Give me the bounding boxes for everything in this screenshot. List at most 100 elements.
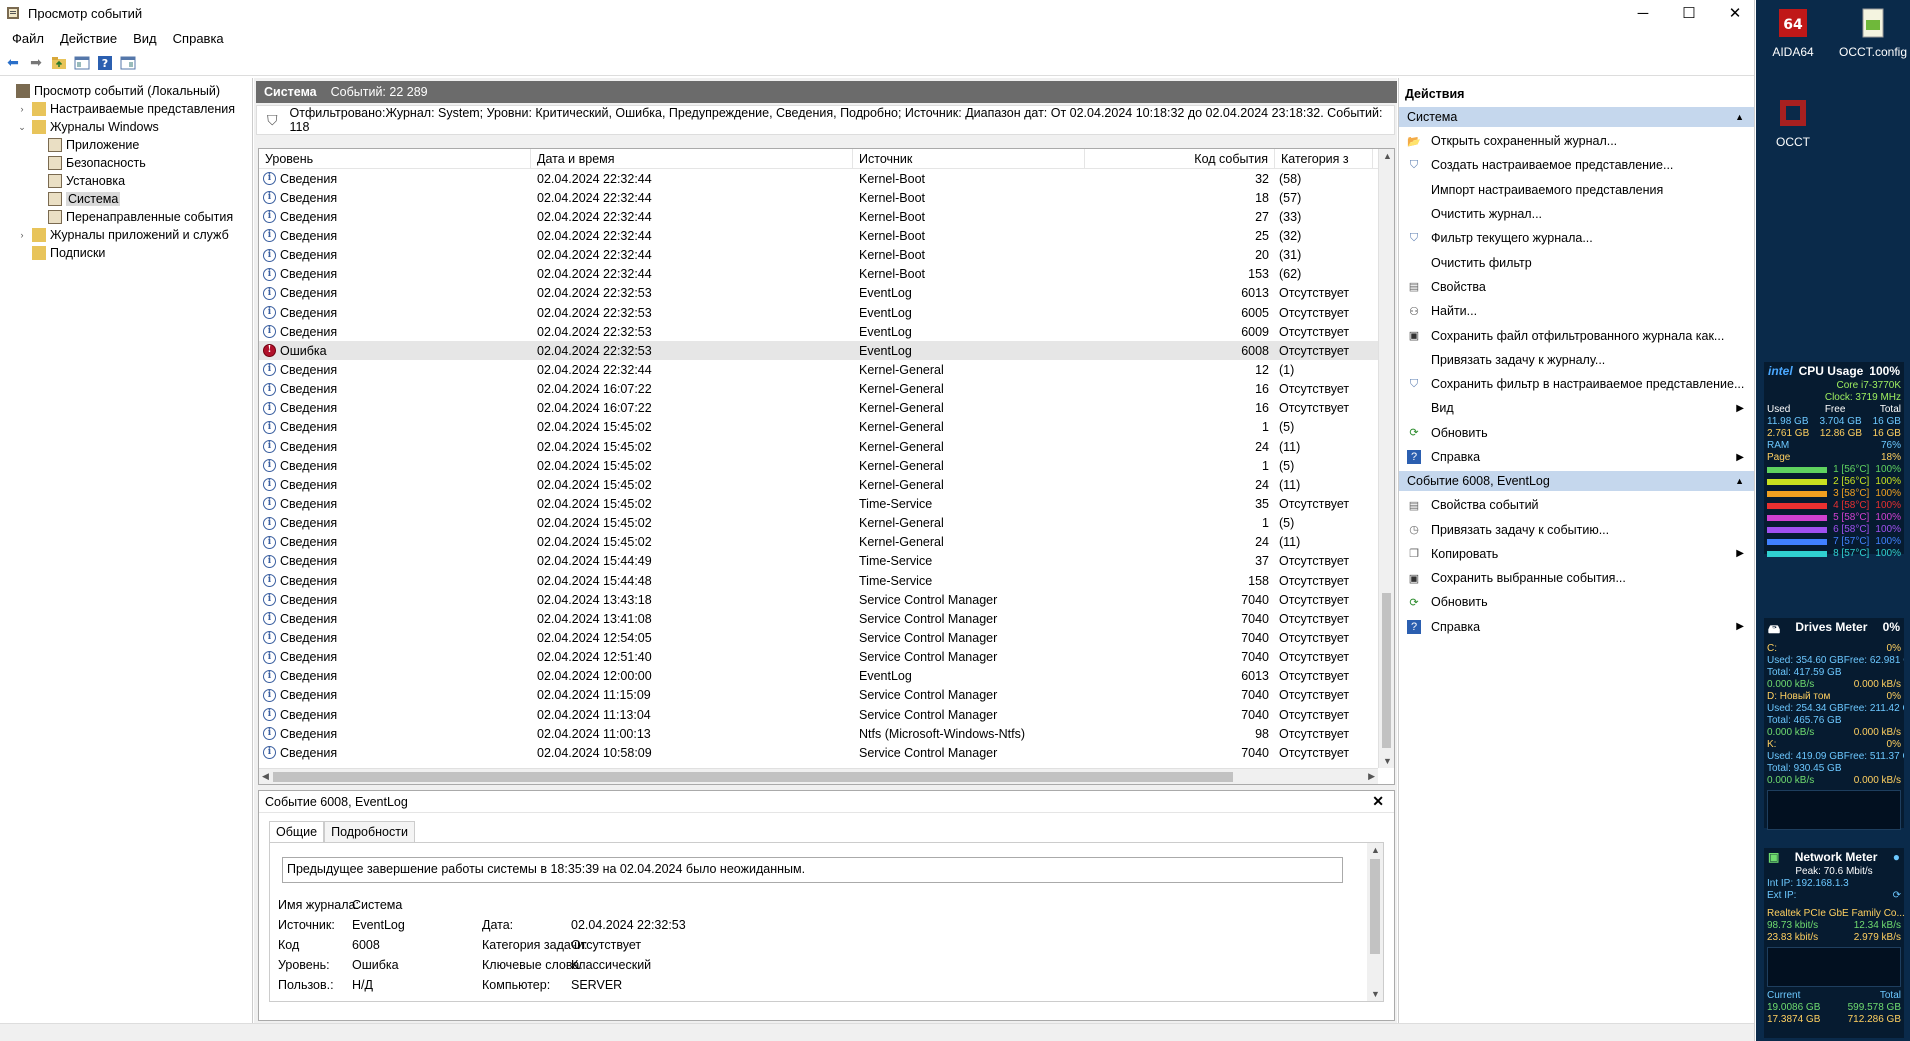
desktop-icon-aida64[interactable]: 64 AIDA64 <box>1758 2 1828 59</box>
help-icon[interactable]: ? <box>96 54 114 72</box>
table-row[interactable]: i Сведения 02.04.2024 16:07:22 Kernel-Gener… <box>259 380 1394 399</box>
table-row[interactable]: i Сведения 02.04.2024 22:32:53 EventLog 6005… <box>259 303 1394 322</box>
action-item[interactable]: ⚇ Найти... <box>1399 299 1754 323</box>
up-folder-icon[interactable] <box>50 54 68 72</box>
vertical-scrollbar[interactable]: ▲ ▼ <box>1378 149 1394 768</box>
action-item[interactable]: Очистить фильтр <box>1399 250 1754 274</box>
table-row[interactable]: i Сведения 02.04.2024 15:45:02 Kernel-Gener… <box>259 533 1394 552</box>
event-message[interactable]: Предыдущее завершение работы системы в 1… <box>282 857 1343 883</box>
table-row[interactable]: i Сведения 02.04.2024 15:45:02 Kernel-Gener… <box>259 514 1394 533</box>
table-row[interactable]: i Сведения 02.04.2024 22:32:44 Kernel-Boot 1… <box>259 188 1394 207</box>
tree-item[interactable]: Перенаправленные события <box>0 208 252 226</box>
scroll-left-icon[interactable]: ◀ <box>262 771 269 782</box>
tree-item[interactable]: Безопасность <box>0 154 252 172</box>
tree-item[interactable]: ⌄ Журналы Windows <box>0 118 252 136</box>
column-datetime[interactable]: Дата и время <box>531 149 853 169</box>
collapsed-arrow-icon[interactable]: › <box>16 104 28 114</box>
close-button[interactable]: ✕ <box>1712 0 1758 26</box>
desktop-icon-occt-config[interactable]: OCCT.config <box>1838 2 1908 59</box>
table-row[interactable]: i Сведения 02.04.2024 22:32:44 Kernel-Boot 2… <box>259 246 1394 265</box>
menu-help[interactable]: Справка <box>165 31 232 46</box>
title-bar[interactable]: Просмотр событий <box>0 0 1754 26</box>
table-row[interactable]: i Сведения 02.04.2024 22:32:44 Kernel-Gener… <box>259 360 1394 379</box>
detail-scroll-down-icon[interactable]: ▼ <box>1371 989 1380 999</box>
expanded-arrow-icon[interactable]: ⌄ <box>16 122 28 133</box>
detail-scrollbar[interactable]: ▲ ▼ <box>1367 843 1383 1001</box>
vertical-scroll-thumb[interactable] <box>1382 593 1391 748</box>
table-row[interactable]: i Сведения 02.04.2024 13:41:08 Service Cont… <box>259 609 1394 628</box>
column-source[interactable]: Источник <box>853 149 1085 169</box>
tree-item[interactable]: › Журналы приложений и служб <box>0 226 252 244</box>
back-icon[interactable]: ⬅ <box>4 54 22 72</box>
desktop-icon-occt[interactable]: OCCT <box>1758 92 1828 149</box>
action-item[interactable]: Импорт настраиваемого представления <box>1399 178 1754 202</box>
table-row[interactable]: i Сведения 02.04.2024 22:32:44 Kernel-Boot 3… <box>259 169 1394 188</box>
column-event-id[interactable]: Код события <box>1085 149 1275 169</box>
scroll-right-icon[interactable]: ▶ <box>1368 771 1375 782</box>
tree-item[interactable]: › Настраиваемые представления <box>0 100 252 118</box>
action-item[interactable]: ▤ Свойства <box>1399 275 1754 299</box>
table-row[interactable]: i Сведения 02.04.2024 16:07:22 Kernel-Gener… <box>259 399 1394 418</box>
scroll-down-icon[interactable]: ▼ <box>1383 756 1392 766</box>
table-row[interactable]: i Сведения 02.04.2024 15:45:02 Kernel-Gener… <box>259 456 1394 475</box>
action-item[interactable]: Привязать задачу к журналу... <box>1399 348 1754 372</box>
table-row[interactable]: i Сведения 02.04.2024 15:44:48 Time-Service… <box>259 571 1394 590</box>
tree-item[interactable]: Система <box>0 190 252 208</box>
minimize-button[interactable]: ─ <box>1620 0 1666 26</box>
collapsed-arrow-icon[interactable]: › <box>16 230 28 240</box>
action-item[interactable]: Вид ▶ <box>1399 396 1754 420</box>
action-item[interactable]: ? Справка ▶ <box>1399 445 1754 469</box>
table-row[interactable]: i Сведения 02.04.2024 15:45:02 Kernel-Gener… <box>259 418 1394 437</box>
action-item[interactable]: ⟳ Обновить <box>1399 421 1754 445</box>
close-detail-icon[interactable]: ✕ <box>1372 793 1384 810</box>
action-item[interactable]: ⛉ Сохранить фильтр в настраиваемое предст… <box>1399 372 1754 396</box>
menu-view[interactable]: Вид <box>125 31 165 46</box>
table-row[interactable]: i Сведения 02.04.2024 12:00:00 EventLog 6013… <box>259 667 1394 686</box>
menu-file[interactable]: Файл <box>4 31 52 46</box>
table-row[interactable]: i Сведения 02.04.2024 11:13:04 Service Cont… <box>259 705 1394 724</box>
action-item[interactable]: ◷ Привязать задачу к событию... <box>1399 517 1754 541</box>
actions-section-log[interactable]: Система ▲ <box>1399 107 1754 127</box>
action-item[interactable]: ? Справка ▶ <box>1399 615 1754 639</box>
action-item[interactable]: ⟳ Обновить <box>1399 590 1754 614</box>
table-row[interactable]: ! Ошибка 02.04.2024 22:32:53 EventLog 6008 От… <box>259 341 1394 361</box>
action-item[interactable]: ▣ Сохранить выбранные события... <box>1399 566 1754 590</box>
tree-item[interactable]: Просмотр событий (Локальный) <box>0 82 252 100</box>
horizontal-scrollbar[interactable]: ◀ ▶ <box>259 768 1378 784</box>
table-row[interactable]: i Сведения 02.04.2024 11:00:13 Ntfs (Micros… <box>259 724 1394 743</box>
table-row[interactable]: i Сведения 02.04.2024 22:32:53 EventLog 6013… <box>259 284 1394 303</box>
tree-item[interactable]: Установка <box>0 172 252 190</box>
table-row[interactable]: i Сведения 02.04.2024 12:51:40 Service Cont… <box>259 648 1394 667</box>
tree-item[interactable]: Приложение <box>0 136 252 154</box>
table-row[interactable]: i Сведения 02.04.2024 15:44:49 Time-Service… <box>259 552 1394 571</box>
show-hide-tree-icon[interactable] <box>73 54 91 72</box>
refresh-ip-icon[interactable]: ⟳ <box>1893 890 1901 902</box>
column-task-category[interactable]: Категория з <box>1275 149 1373 169</box>
table-row[interactable]: i Сведения 02.04.2024 12:54:05 Service Cont… <box>259 628 1394 647</box>
action-item[interactable]: 📂 Открыть сохраненный журнал... <box>1399 129 1754 153</box>
forward-icon[interactable]: ➡ <box>27 54 45 72</box>
detail-scroll-up-icon[interactable]: ▲ <box>1371 845 1380 855</box>
table-row[interactable]: i Сведения 02.04.2024 22:32:53 EventLog 6009… <box>259 322 1394 341</box>
actions-section-event[interactable]: Событие 6008, EventLog ▲ <box>1399 471 1754 492</box>
table-row[interactable]: i Сведения 02.04.2024 22:32:44 Kernel-Boot 2… <box>259 207 1394 226</box>
collapse-icon[interactable]: ▲ <box>1735 476 1744 486</box>
table-row[interactable]: i Сведения 02.04.2024 22:32:44 Kernel-Boot 2… <box>259 226 1394 245</box>
table-row[interactable]: i Сведения 02.04.2024 15:45:02 Kernel-Gener… <box>259 437 1394 456</box>
action-item[interactable]: Очистить журнал... <box>1399 202 1754 226</box>
action-item[interactable]: ❐ Копировать ▶ <box>1399 542 1754 566</box>
action-item[interactable]: ▣ Сохранить файл отфильтрованного журнала… <box>1399 323 1754 347</box>
collapse-icon[interactable]: ▲ <box>1735 112 1744 122</box>
tab-general[interactable]: Общие <box>269 821 325 842</box>
table-row[interactable]: i Сведения 02.04.2024 10:58:09 Service Cont… <box>259 743 1394 762</box>
table-row[interactable]: i Сведения 02.04.2024 15:45:02 Kernel-Gener… <box>259 475 1394 494</box>
table-row[interactable]: i Сведения 02.04.2024 15:45:02 Time-Service… <box>259 494 1394 513</box>
maximize-button[interactable]: ☐ <box>1666 0 1712 26</box>
horizontal-scroll-thumb[interactable] <box>273 772 1233 782</box>
menu-action[interactable]: Действие <box>52 31 125 46</box>
scroll-up-icon[interactable]: ▲ <box>1383 151 1392 161</box>
column-level[interactable]: Уровень <box>259 149 531 169</box>
table-row[interactable]: i Сведения 02.04.2024 13:43:18 Service Cont… <box>259 590 1394 609</box>
show-hide-action-pane-icon[interactable] <box>119 54 137 72</box>
action-item[interactable]: ▤ Свойства событий <box>1399 493 1754 517</box>
